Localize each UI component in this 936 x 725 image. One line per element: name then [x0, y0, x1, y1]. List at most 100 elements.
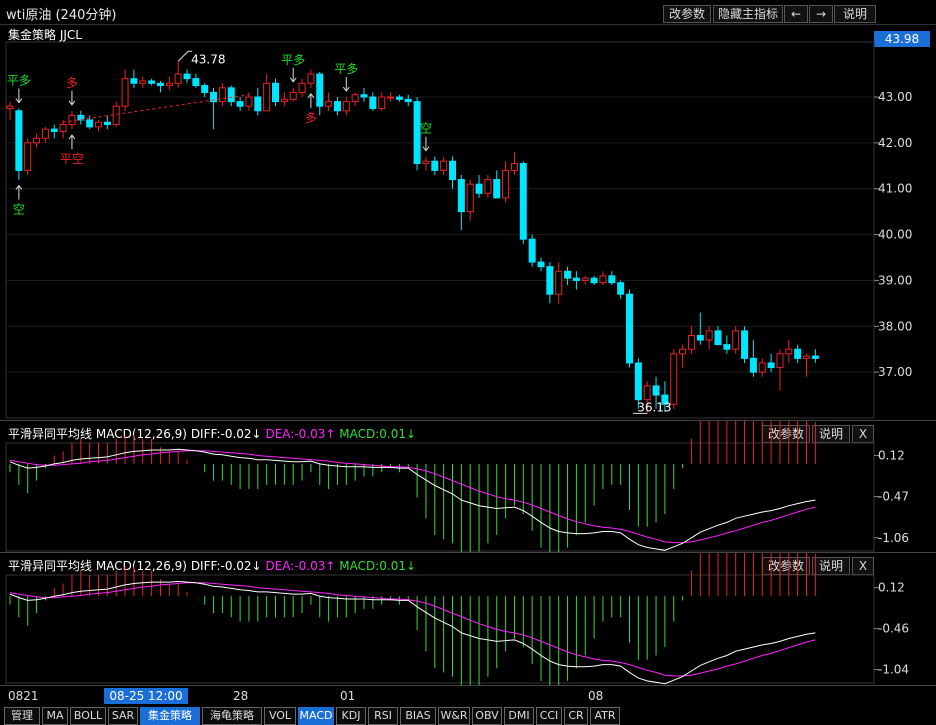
tab-boll[interactable]: BOLL — [70, 707, 106, 725]
candle — [493, 179, 501, 199]
candle — [528, 238, 536, 263]
tab-ma[interactable]: MA — [42, 707, 68, 725]
candle — [749, 357, 757, 373]
signal-label: 空 — [420, 122, 432, 136]
candle — [608, 275, 616, 284]
tab-wr[interactable]: W&R — [438, 707, 470, 725]
candle — [634, 362, 642, 401]
candle — [236, 101, 244, 107]
tab-rsi[interactable]: RSI — [368, 707, 398, 725]
tab-vol[interactable]: VOL — [264, 707, 296, 725]
tab-cr[interactable]: CR — [564, 707, 588, 725]
candle — [546, 266, 554, 295]
candle — [86, 119, 94, 128]
candle — [201, 85, 209, 93]
candle — [555, 270, 563, 295]
candle — [510, 163, 518, 171]
help-button[interactable]: 说明 — [834, 5, 876, 23]
candle — [599, 275, 607, 284]
tab-cci[interactable]: CCI — [536, 707, 562, 725]
edit-params-button[interactable]: 改参数 — [663, 5, 711, 23]
candle — [670, 353, 678, 405]
candle — [333, 101, 341, 112]
candle — [68, 114, 76, 126]
candle — [174, 73, 182, 84]
candle — [156, 82, 164, 87]
signal-label: 平多 — [334, 62, 358, 76]
candle — [139, 80, 147, 84]
tab-dmi[interactable]: DMI — [504, 707, 534, 725]
diff-line — [9, 580, 816, 685]
y-tick-label: 43.00 — [878, 90, 912, 104]
time-label: 28 — [233, 689, 249, 703]
candle — [741, 330, 749, 359]
candle — [404, 98, 412, 103]
dea-line — [9, 582, 816, 677]
time-label: 01 — [340, 689, 356, 703]
tab-turtle[interactable]: 海龟策略 — [202, 707, 262, 725]
candle — [227, 87, 235, 103]
tab-kdj[interactable]: KDJ — [336, 707, 366, 725]
y-tick-label: 37.00 — [878, 365, 912, 379]
indicator-tab-bar: 管理 MA BOLL SAR 集金策略 海龟策略 VOL MACD KDJ RS… — [0, 705, 936, 725]
candle — [325, 101, 333, 107]
signal-label: 多 — [66, 76, 78, 90]
y-tick-label: 40.00 — [878, 228, 912, 242]
candle — [378, 96, 386, 109]
candle — [811, 355, 819, 359]
candle — [245, 96, 253, 107]
candle — [24, 142, 32, 171]
tab-bias[interactable]: BIAS — [400, 707, 436, 725]
y-tick-label: 0.12 — [878, 581, 905, 595]
candle — [165, 82, 173, 87]
macd-panel-2: 平滑异同平均线 MACD(12,26,9) DIFF:-0.02↓ DEA:-0… — [0, 552, 936, 686]
macd-chart-2[interactable]: 0.12 -0.46 -1.04 — [0, 553, 936, 686]
candle — [307, 73, 315, 84]
y-tick-label: -0.47 — [878, 490, 909, 504]
y-tick-label: -1.04 — [878, 663, 909, 677]
dea-line — [9, 450, 816, 544]
tab-sar[interactable]: SAR — [108, 707, 138, 725]
candle — [714, 330, 722, 346]
hide-main-indicator-button[interactable]: 隐藏主指标 — [713, 5, 783, 23]
macd-panel-1: 平滑异同平均线 MACD(12,26,9) DIFF:-0.02↓ DEA:-0… — [0, 420, 936, 553]
y-tick-label: -0.46 — [878, 622, 909, 636]
tab-macd[interactable]: MACD — [298, 707, 334, 725]
candle — [360, 94, 368, 98]
candle — [95, 121, 102, 128]
tab-obv[interactable]: OBV — [472, 707, 502, 725]
candle — [130, 78, 138, 84]
macd-chart-1[interactable]: 0.12 -0.47 -1.06 — [0, 421, 936, 553]
candle — [440, 160, 448, 171]
arrow-right-icon[interactable]: → — [809, 5, 833, 23]
candle — [316, 73, 324, 107]
candle — [192, 78, 200, 87]
candle — [103, 121, 111, 126]
candle — [272, 82, 279, 103]
candle — [643, 385, 651, 401]
candle — [50, 128, 58, 132]
candle — [15, 110, 23, 171]
tab-manage[interactable]: 管理 — [4, 707, 40, 725]
y-tick-label: 42.00 — [878, 136, 912, 150]
main-candlestick-chart[interactable]: 平多 多平空空平多多平多空43.7836.13 43.0042.0041.0040… — [0, 24, 936, 420]
tab-atr[interactable]: ATR — [590, 707, 620, 725]
tab-jjcl[interactable]: 集金策略 — [140, 707, 200, 725]
diff-line — [9, 448, 816, 551]
candle — [33, 137, 41, 144]
candle — [679, 348, 687, 355]
y-tick-label: -1.06 — [878, 531, 909, 545]
low-label: 36.13 — [637, 400, 671, 414]
candle — [280, 98, 288, 103]
candle — [519, 163, 527, 240]
candle — [183, 73, 191, 80]
candle — [6, 105, 14, 109]
candle — [298, 82, 306, 93]
candle — [537, 261, 545, 268]
candle — [475, 183, 483, 194]
arrow-left-icon[interactable]: ← — [784, 5, 808, 23]
candle — [705, 330, 713, 341]
candle — [369, 96, 377, 109]
candle — [59, 124, 67, 132]
candle — [449, 160, 456, 181]
